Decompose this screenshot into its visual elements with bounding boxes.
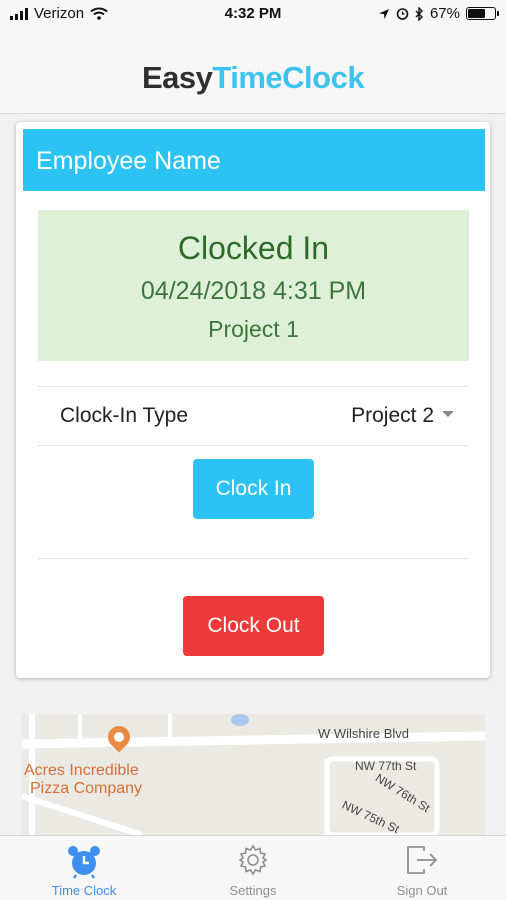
gear-icon: [238, 844, 268, 876]
tab-time-clock[interactable]: Time Clock: [0, 836, 168, 900]
alarm-icon: [396, 8, 409, 20]
app-logo: EasyTimeClock: [0, 60, 506, 96]
map-place-line2: Pizza Company: [30, 780, 143, 797]
caret-down-icon: [442, 411, 454, 417]
clock-status-box: Clocked In 04/24/2018 4:31 PM Project 1: [38, 210, 469, 361]
tab-settings[interactable]: Settings: [169, 836, 337, 900]
divider: [38, 386, 469, 387]
alarm-clock-icon: [68, 846, 100, 879]
tab-label: Settings: [229, 883, 277, 898]
map-street-label: NW 77th St: [355, 759, 417, 773]
map-street-label: W Wilshire Blvd: [318, 726, 410, 741]
clock-in-type-select[interactable]: Project 2: [351, 404, 454, 428]
clock-out-button[interactable]: Clock Out: [183, 596, 324, 656]
battery-percent: 67%: [429, 5, 460, 22]
logo-easy: Easy: [141, 60, 213, 95]
map-place-line1: Acres Incredible: [24, 762, 139, 779]
clock-in-type-label: Clock-In Type: [60, 404, 188, 427]
tab-sign-out[interactable]: Sign Out: [338, 836, 506, 900]
clock-in-button[interactable]: Clock In: [193, 459, 314, 519]
divider: [38, 558, 469, 559]
battery-icon: [466, 7, 499, 20]
location-arrow-icon: [378, 8, 389, 19]
status-right: 67%: [378, 5, 499, 22]
sign-out-icon: [407, 846, 438, 874]
clock-in-type-value: Project 2: [351, 404, 434, 427]
battery-fill: [468, 9, 486, 18]
map-place-name[interactable]: Acres Incredible Pizza Company: [24, 762, 142, 798]
clock-status-project: Project 1: [208, 316, 299, 342]
tab-label: Time Clock: [51, 883, 117, 898]
employee-name-header: Employee Name: [23, 129, 485, 191]
status-bar: Verizon 4:32 PM 67%: [0, 0, 506, 28]
logo-timeclock: TimeClock: [212, 60, 365, 95]
bluetooth-icon: [415, 6, 423, 21]
tab-bar: Time Clock Settings Sign Out: [0, 835, 506, 900]
tab-label: Sign Out: [396, 883, 448, 898]
clock-status-title: Clocked In: [177, 230, 330, 266]
app-header: EasyTimeClock: [0, 28, 506, 114]
divider: [38, 445, 469, 446]
employee-card: Employee Name Clocked In 04/24/2018 4:31…: [16, 122, 490, 678]
clock-status-datetime: 04/24/2018 4:31 PM: [140, 277, 367, 305]
map-view[interactable]: Acres Incredible Pizza Company W Wilshir…: [22, 714, 485, 835]
